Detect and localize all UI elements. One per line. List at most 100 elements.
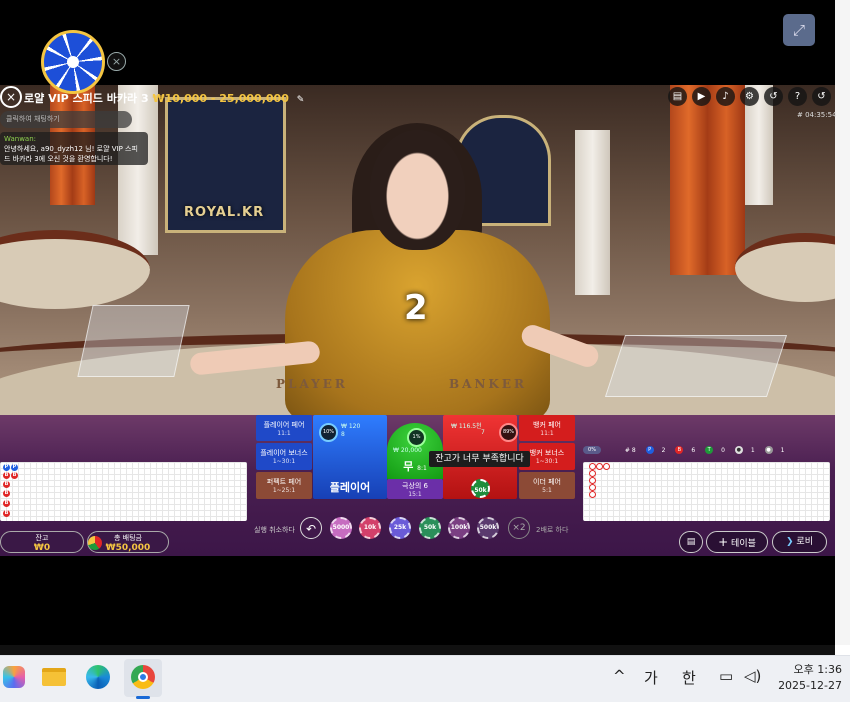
chat-icon[interactable]: ▤ [668,87,687,106]
either-pair-bet[interactable]: 이더 페어 5:1 [519,472,575,499]
tie-pct: 1% [407,428,426,447]
felt-player-label: PLAYER [276,377,348,391]
player-stake: ₩ 120 [341,423,361,430]
bet-label: 플레이어 보너스 [260,449,308,457]
bet-odds: 1~30:1 [272,458,296,465]
game-title: 로얄 VIP 스피드 바카라 3 [24,92,149,105]
countdown: 2 [404,288,428,328]
refresh-icon[interactable]: ↺ [812,87,831,106]
stats-banker: 6 [691,446,696,454]
lobby-icon: ❯ [786,537,794,547]
edge-icon[interactable] [84,663,112,691]
copilot-icon[interactable] [0,663,28,691]
tie-label-text: 무 [403,460,414,473]
sound-icon[interactable]: ♪ [716,87,735,106]
settings-icon[interactable]: ⚙ [740,87,759,106]
perfect-pair-bet[interactable]: 퍼펙트 페어 1~25:1 [256,472,312,499]
card-shoe-left [77,305,190,377]
player-count-icon: P [645,446,654,454]
close-icon[interactable]: × [0,86,22,108]
clock-date: 2025-12-27 [778,679,842,692]
tie-stake: ₩ 20,000 [393,447,422,454]
undo-button[interactable]: ↶ [300,517,322,539]
bet-label: 이더 페어 [533,478,561,486]
big-road[interactable] [583,462,830,521]
stats-bp: 1 [780,446,785,454]
taskbar-clock[interactable]: 오후 1:36 2025-12-27 [770,662,842,694]
network-icon[interactable]: ▭ [719,667,733,685]
player-bet[interactable]: 10% ₩ 120 8 플레이어 [313,415,387,499]
stats-pct: 0% [583,446,601,454]
balance-display: 잔고 ₩0 [0,531,84,553]
royal-watermark: ROYAL.KR [184,205,265,220]
banker-pct: 89% [499,423,518,442]
volume-icon[interactable]: ◁) [744,667,761,685]
chip-500k[interactable]: 500k [477,517,499,539]
chip-10k[interactable]: 10k [359,517,381,539]
bet-odds: 11:1 [277,430,291,437]
chevron-up-icon[interactable]: ^ [613,667,626,685]
close-icon[interactable]: × [107,52,126,71]
chip-50k[interactable]: 50k [419,517,441,539]
stats-tie: 0 [721,446,725,454]
player-pct: 10% [319,423,338,442]
help-icon[interactable]: ? [788,87,807,106]
ime-mode[interactable]: 가 [644,667,658,688]
chat-toggle-button[interactable]: ▤ [679,531,703,553]
round-stats: 0% # 8 P2 B6 T0 ● 1 ● 1 [583,446,833,459]
wheel-hub [67,56,79,68]
big-road-banker [603,463,610,470]
chip-stack-icon [88,536,102,550]
chat-text: 안녕하세요, a90_dyzh12 님! 로얄 VIP 스피드 바카라 3에 오… [4,145,138,163]
double-button[interactable]: ×2 [508,517,530,539]
file-explorer-icon[interactable] [40,663,68,691]
chat-bubble-icon: ▤ [686,537,696,547]
lobby-label: 로비 [796,537,813,547]
bead-banker: B [3,490,10,497]
bet-label: 극상의 6 [402,482,428,490]
ime-hangul[interactable]: 한 [682,667,696,688]
chip-5000[interactable]: 5000 [330,517,352,539]
window-edge [835,0,850,645]
banker-count: 7 [481,429,485,436]
player-bonus-bet[interactable]: 플레이어 보너스 1~30:1 [256,443,312,470]
tie-odds: 8:1 [417,465,427,472]
pillar [575,130,610,295]
banker-pair-bet[interactable]: 뱅커 페어 11:1 [519,415,575,441]
bet-label: 플레이어 페어 [263,421,305,429]
chrome-icon[interactable] [129,663,157,691]
chat-input[interactable]: 클릭하여 채팅하기 [0,111,132,128]
fullscreen-icon[interactable]: ⤢ [783,14,815,46]
player-pair-bet[interactable]: 플레이어 페어 11:1 [256,415,312,441]
side-table-right [735,233,835,302]
add-table-button[interactable]: + 테이블 [706,531,768,553]
bead-banker: B [3,500,10,507]
chip-100k[interactable]: 100k [448,517,470,539]
big-road-banker [589,491,596,498]
bead-banker: B [3,481,10,488]
player-count: 8 [341,431,345,438]
top-letterbox [0,0,835,85]
stats-total: # 8 [624,446,636,454]
bead-banker: B [3,472,10,479]
bead-banker: B [3,510,10,517]
card-shoe-right [604,335,788,397]
pin-icon[interactable]: ✎ [297,95,305,105]
lobby-button[interactable]: ❯ 로비 [772,531,827,553]
bead-player: P [3,464,10,471]
bet-odds: 11:1 [540,430,554,437]
bet-label: 뱅커 페어 [533,421,561,429]
video-icon[interactable]: ▶ [692,87,711,106]
history-icon[interactable]: ↺ [764,87,783,106]
undo-label: 실행 취소하다 [254,526,295,534]
super-six-bet[interactable]: 극상의 6 15:1 [387,479,443,499]
bead-road[interactable]: P P B B B B B B [0,462,247,521]
big-road-banker [589,484,596,491]
clock-time: 오후 1:36 [793,663,842,676]
curtain-right [670,85,745,275]
double-label: 2배로 하다 [536,526,569,534]
banker-count-icon: B [675,446,684,454]
big-road-banker [596,463,603,470]
chip-25k[interactable]: 25k [389,517,411,539]
bet-odds: 15:1 [408,491,422,498]
